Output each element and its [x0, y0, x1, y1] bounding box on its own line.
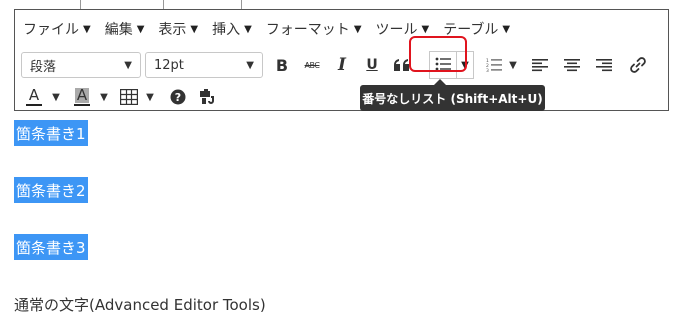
- underline-icon: U: [366, 57, 378, 73]
- caret-down-icon: ▼: [502, 23, 511, 35]
- align-left-icon: [532, 58, 548, 72]
- align-right-icon: [596, 58, 612, 72]
- menubar: ファイル ▼ 編集 ▼ 表示 ▼ 挿入 ▼ フォーマット ▼ ツール ▼ テーブル ▼: [15, 10, 668, 48]
- link-icon: [629, 56, 647, 74]
- bold-button[interactable]: B: [267, 51, 297, 79]
- italic-button[interactable]: I: [327, 51, 357, 79]
- background-color-icon: A: [74, 88, 90, 106]
- tooltip-text: 番号なしリスト (Shift+Alt+U): [362, 91, 543, 106]
- format-toolbar-row: 段落 ▼ 12pt ▼ B ABC I U ▼ 1 2 3 ▼: [15, 48, 668, 82]
- numbered-list-button[interactable]: 1 2 3: [483, 51, 505, 79]
- caret-down-icon: ▼: [136, 23, 145, 35]
- code-snippet-icon: [198, 88, 218, 106]
- caret-down-icon: ▼: [124, 59, 132, 71]
- text-color-button[interactable]: A: [21, 83, 47, 111]
- line-text: 箇条書き2: [16, 181, 86, 200]
- menu-insert[interactable]: 挿入 ▼: [212, 15, 252, 43]
- background-color-swatch: [74, 104, 90, 106]
- source-code-button[interactable]: [193, 83, 223, 111]
- text-color-dropdown[interactable]: ▼: [47, 83, 65, 111]
- table-button[interactable]: [117, 83, 141, 111]
- align-center-icon: [564, 58, 580, 72]
- strikethrough-icon: ABC: [304, 60, 320, 70]
- menu-format-label: フォーマット: [265, 22, 350, 38]
- plain-paragraph[interactable]: 通常の文字(Advanced Editor Tools): [14, 294, 266, 315]
- line-text: 通常の文字(Advanced Editor Tools): [14, 296, 266, 314]
- numbered-list-icon: 1 2 3: [486, 58, 502, 72]
- menu-view[interactable]: 表示 ▼: [158, 15, 198, 43]
- line-text: 箇条書き3: [16, 238, 86, 257]
- italic-icon: I: [338, 55, 346, 75]
- help-icon: ?: [170, 89, 186, 105]
- editor-toolbar: ファイル ▼ 編集 ▼ 表示 ▼ 挿入 ▼ フォーマット ▼ ツール ▼ テーブル ▼ 段落 …: [14, 9, 669, 111]
- svg-text:?: ?: [175, 91, 181, 104]
- menu-insert-label: 挿入: [212, 22, 241, 38]
- menu-format[interactable]: フォーマット ▼: [266, 15, 362, 43]
- bold-icon: B: [275, 55, 289, 75]
- align-left-button[interactable]: [525, 51, 555, 79]
- text-color-swatch: [26, 104, 42, 106]
- font-size-select[interactable]: 12pt ▼: [145, 52, 263, 78]
- menu-edit-label: 編集: [104, 22, 133, 38]
- caret-down-icon: ▼: [509, 59, 517, 71]
- highlight-ring: [409, 36, 467, 72]
- menu-view-label: 表示: [158, 22, 187, 38]
- selected-line[interactable]: 箇条書き2: [14, 177, 88, 203]
- align-right-button[interactable]: [589, 51, 619, 79]
- caret-down-icon: ▼: [190, 23, 199, 35]
- menu-file-label: ファイル: [23, 22, 79, 38]
- block-format-value: 段落: [30, 59, 57, 75]
- caret-down-icon: ▼: [244, 23, 252, 35]
- selected-line[interactable]: 箇条書き1: [14, 120, 88, 146]
- underline-button[interactable]: U: [357, 51, 387, 79]
- svg-text:3: 3: [486, 68, 489, 72]
- caret-down-icon: ▼: [146, 91, 154, 103]
- caret-down-icon: ▼: [52, 91, 60, 103]
- table-icon: [120, 89, 138, 105]
- block-format-select[interactable]: 段落 ▼: [21, 52, 141, 78]
- strikethrough-button[interactable]: ABC: [297, 51, 327, 79]
- help-button[interactable]: ?: [163, 83, 193, 111]
- menu-file[interactable]: ファイル ▼: [23, 15, 91, 43]
- align-center-button[interactable]: [557, 51, 587, 79]
- tooltip: 番号なしリスト (Shift+Alt+U): [360, 85, 545, 111]
- caret-down-icon: ▼: [83, 23, 91, 35]
- line-text: 箇条書き1: [16, 124, 86, 143]
- background-color-dropdown[interactable]: ▼: [95, 83, 113, 111]
- menu-edit[interactable]: 編集 ▼: [105, 15, 145, 43]
- font-size-value: 12pt: [154, 57, 184, 73]
- selected-line[interactable]: 箇条書き3: [14, 234, 88, 260]
- caret-down-icon: ▼: [353, 23, 362, 35]
- editor-tabs-edge: [80, 0, 242, 9]
- text-color-icon: A: [26, 88, 42, 106]
- caret-down-icon: ▼: [246, 59, 254, 71]
- caret-down-icon: ▼: [421, 23, 430, 35]
- background-color-letter: A: [74, 86, 90, 104]
- numbered-list-dropdown[interactable]: ▼: [505, 51, 521, 79]
- caret-down-icon: ▼: [100, 91, 108, 103]
- text-color-letter: A: [28, 86, 40, 104]
- background-color-button[interactable]: A: [69, 83, 95, 111]
- insert-link-button[interactable]: [623, 51, 653, 79]
- extra-toolbar-row: A ▼ A ▼ ▼ ?: [15, 82, 668, 112]
- table-dropdown[interactable]: ▼: [141, 83, 159, 111]
